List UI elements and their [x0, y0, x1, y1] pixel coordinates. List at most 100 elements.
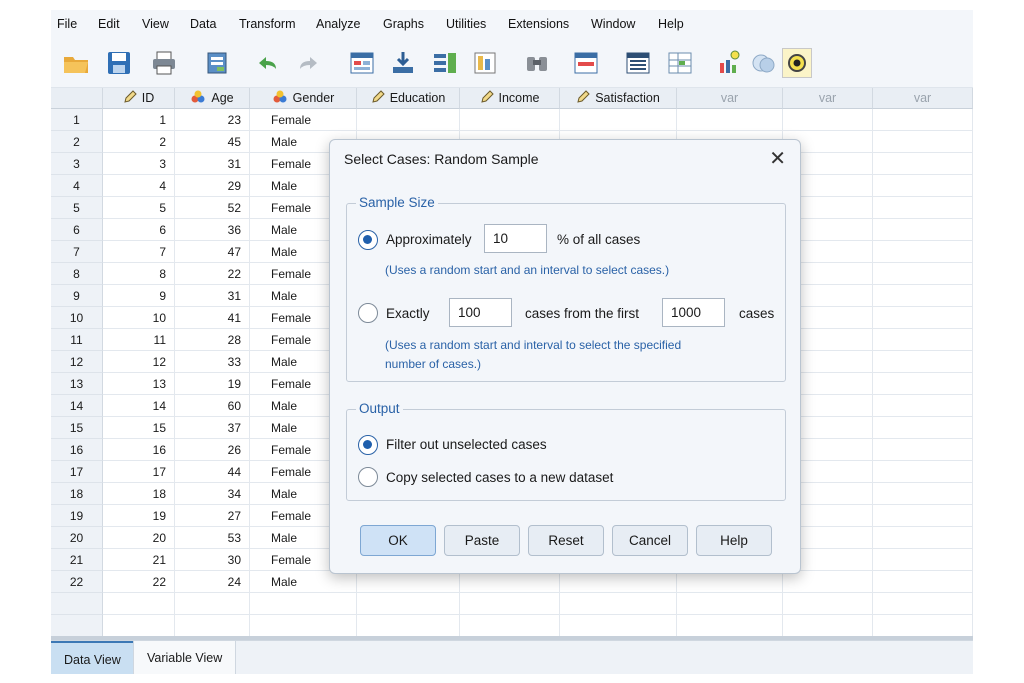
column-header-var-7[interactable]: var	[783, 88, 873, 109]
table-cell[interactable]: 53	[175, 527, 250, 549]
table-cell[interactable]: 22	[175, 263, 250, 285]
row-header[interactable]: 19	[51, 505, 103, 527]
row-header[interactable]: 9	[51, 285, 103, 307]
corner-cell[interactable]	[51, 88, 103, 109]
column-header-id[interactable]: ID	[103, 88, 175, 109]
table-cell[interactable]	[103, 615, 175, 637]
column-header-age[interactable]: Age	[175, 88, 250, 109]
exactly-radio[interactable]	[358, 303, 378, 323]
table-cell[interactable]	[873, 329, 973, 351]
table-cell[interactable]: 10	[103, 307, 175, 329]
table-cell[interactable]	[460, 109, 560, 131]
table-cell[interactable]: 26	[175, 439, 250, 461]
value-labels-icon[interactable]	[715, 48, 745, 78]
table-cell[interactable]	[677, 615, 783, 637]
table-cell[interactable]	[873, 615, 973, 637]
goto-variable-icon[interactable]	[388, 48, 418, 78]
goto-case-icon[interactable]	[347, 48, 377, 78]
row-header[interactable]: 6	[51, 219, 103, 241]
table-cell[interactable]	[873, 131, 973, 153]
variables-icon[interactable]	[430, 48, 460, 78]
row-header[interactable]: 21	[51, 549, 103, 571]
help-button[interactable]: Help	[696, 525, 772, 556]
table-cell[interactable]	[357, 593, 460, 615]
menu-view[interactable]: View	[142, 17, 169, 31]
find-icon[interactable]	[522, 48, 552, 78]
row-header[interactable]: 2	[51, 131, 103, 153]
table-cell[interactable]	[357, 615, 460, 637]
table-cell[interactable]: 60	[175, 395, 250, 417]
table-cell[interactable]: 37	[175, 417, 250, 439]
table-cell[interactable]	[677, 593, 783, 615]
redo-icon[interactable]	[293, 48, 323, 78]
table-cell[interactable]	[357, 109, 460, 131]
column-header-satisfaction[interactable]: Satisfaction	[560, 88, 677, 109]
table-cell[interactable]	[873, 461, 973, 483]
undo-icon[interactable]	[253, 48, 283, 78]
run-descriptives-icon[interactable]	[470, 48, 500, 78]
table-cell[interactable]: Male	[250, 571, 357, 593]
table-cell[interactable]: 4	[103, 175, 175, 197]
table-cell[interactable]	[873, 263, 973, 285]
column-header-income[interactable]: Income	[460, 88, 560, 109]
column-header-var-8[interactable]: var	[873, 88, 973, 109]
column-header-gender[interactable]: Gender	[250, 88, 357, 109]
use-sets-icon[interactable]	[748, 48, 778, 78]
row-header[interactable]: 7	[51, 241, 103, 263]
table-cell[interactable]	[460, 615, 560, 637]
tab-data-view[interactable]: Data View	[51, 641, 134, 674]
paste-button[interactable]: Paste	[444, 525, 520, 556]
table-cell[interactable]	[677, 109, 783, 131]
print-icon[interactable]	[149, 48, 179, 78]
table-cell[interactable]: 41	[175, 307, 250, 329]
menu-extensions[interactable]: Extensions	[508, 17, 569, 31]
table-cell[interactable]: 16	[103, 439, 175, 461]
table-cell[interactable]	[460, 593, 560, 615]
row-header[interactable]: 4	[51, 175, 103, 197]
table-cell[interactable]	[560, 593, 677, 615]
row-header[interactable]: 16	[51, 439, 103, 461]
menu-help[interactable]: Help	[658, 17, 684, 31]
exactly-count-field[interactable]: 100	[449, 298, 512, 327]
table-cell[interactable]: 27	[175, 505, 250, 527]
table-cell[interactable]: 7	[103, 241, 175, 263]
table-cell[interactable]: 8	[103, 263, 175, 285]
show-all-icon[interactable]	[782, 48, 812, 78]
table-cell[interactable]: 15	[103, 417, 175, 439]
approximately-percent-field[interactable]: 10	[484, 224, 547, 253]
row-header[interactable]: 18	[51, 483, 103, 505]
column-header-education[interactable]: Education	[357, 88, 460, 109]
table-cell[interactable]	[873, 593, 973, 615]
table-cell[interactable]: 20	[103, 527, 175, 549]
table-cell[interactable]	[873, 109, 973, 131]
row-header[interactable]: 12	[51, 351, 103, 373]
table-cell[interactable]	[873, 439, 973, 461]
table-cell[interactable]: 17	[103, 461, 175, 483]
table-cell[interactable]: 52	[175, 197, 250, 219]
table-cell[interactable]	[250, 615, 357, 637]
row-header[interactable]: 20	[51, 527, 103, 549]
table-cell[interactable]	[873, 307, 973, 329]
row-header[interactable]: 15	[51, 417, 103, 439]
table-cell[interactable]: 47	[175, 241, 250, 263]
menu-edit[interactable]: Edit	[98, 17, 120, 31]
table-cell[interactable]	[873, 417, 973, 439]
table-cell[interactable]	[873, 219, 973, 241]
table-cell[interactable]	[873, 175, 973, 197]
row-header[interactable]: 8	[51, 263, 103, 285]
table-cell[interactable]: 3	[103, 153, 175, 175]
table-cell[interactable]: 9	[103, 285, 175, 307]
table-cell[interactable]: 44	[175, 461, 250, 483]
tab-variable-view[interactable]: Variable View	[133, 641, 237, 674]
table-cell[interactable]: 31	[175, 153, 250, 175]
table-cell[interactable]	[873, 483, 973, 505]
table-cell[interactable]	[560, 571, 677, 593]
row-header[interactable]: 22	[51, 571, 103, 593]
table-cell[interactable]: 6	[103, 219, 175, 241]
row-header[interactable]	[51, 615, 103, 637]
table-cell[interactable]: 33	[175, 351, 250, 373]
row-header[interactable]: 3	[51, 153, 103, 175]
row-header[interactable]: 13	[51, 373, 103, 395]
split-file-icon[interactable]	[665, 48, 695, 78]
table-cell[interactable]	[873, 505, 973, 527]
